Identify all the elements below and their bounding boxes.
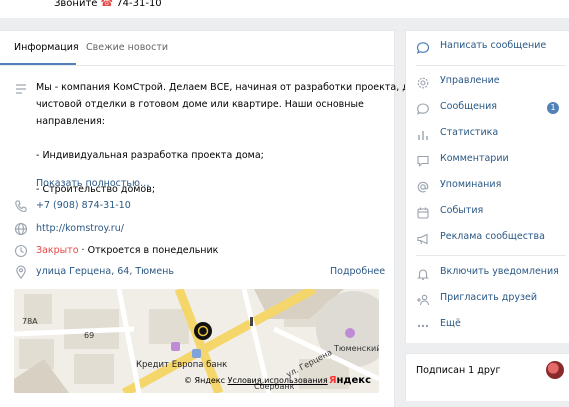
map-label-circus: Тюменский цирк: [334, 344, 379, 353]
tab-information[interactable]: Информация: [14, 42, 79, 53]
map-copyright: © Яндекс Условия использования: [184, 376, 328, 385]
website-link[interactable]: http://komstroy.ru/: [36, 223, 124, 234]
map-copyright-text: © Яндекс: [184, 376, 226, 385]
bell-icon: [417, 269, 429, 280]
megaphone-icon: [417, 233, 428, 245]
menu-item-notifications[interactable]: Включить уведомления: [406, 262, 569, 286]
add-person-icon: [417, 294, 430, 306]
description-line: чистовой отделки в готовом доме или квар…: [36, 99, 364, 110]
map-label-building: 78А: [22, 317, 38, 326]
community-actions-card: Написать сообщение Управление Сообщения …: [405, 30, 569, 343]
menu-item-label: Включить уведомления: [440, 266, 559, 277]
description-line: Мы - компания КомСтрой. Делаем ВСЕ, начи…: [36, 82, 415, 93]
comment-icon: [417, 155, 429, 168]
yandex-logo-rest: ндекс: [336, 375, 371, 386]
address-details-link[interactable]: Подробнее: [330, 266, 385, 277]
menu-item-comments[interactable]: Комментарии: [406, 149, 569, 173]
menu-item-events[interactable]: События: [406, 201, 569, 225]
friend-avatar[interactable]: [546, 361, 564, 379]
subscribed-friends-label: Подписан 1 друг: [416, 365, 501, 376]
info-card: Информация Свежие новости Мы - компания …: [0, 30, 415, 407]
bar-chart-icon: [418, 131, 428, 140]
telephone-icon: ☎: [100, 0, 114, 9]
divider: [416, 65, 566, 66]
show-more-link[interactable]: Показать полностью…: [36, 178, 150, 189]
location-pin-icon: [16, 265, 26, 279]
menu-item-label: Пригласить друзей: [440, 292, 538, 303]
gear-icon: [417, 77, 429, 89]
map-label-bank: Кредит Европа банк: [136, 360, 228, 370]
globe-icon: [14, 222, 28, 236]
menu-item-label: События: [440, 205, 484, 216]
at-icon: [417, 181, 429, 193]
divider: [416, 255, 566, 256]
menu-item-statistics[interactable]: Статистика: [406, 123, 569, 147]
chat-bubble-icon: [417, 103, 429, 115]
description-line: [36, 130, 376, 147]
menu-item-label: Сообщения: [440, 101, 498, 112]
menu-item-label: Статистика: [440, 127, 499, 138]
menu-item-ads[interactable]: Реклама сообщества: [406, 227, 569, 251]
calendar-icon: [417, 207, 429, 219]
top-strip: Звоните ☎ 74-31-10: [0, 0, 569, 18]
description-line: направления:: [36, 116, 105, 127]
menu-item-label: Ещё: [440, 318, 461, 329]
tab-bar: Информация Свежие новости: [0, 31, 394, 66]
opens-text: · Откроется в понедельник: [78, 245, 219, 256]
yandex-logo-first: Я: [328, 375, 337, 386]
menu-item-mentions[interactable]: Упоминания: [406, 175, 569, 199]
menu-item-label: Написать сообщение: [440, 40, 547, 51]
more-dots-icon: [417, 324, 429, 328]
menu-item-label: Комментарии: [440, 153, 509, 164]
phone-icon: [15, 200, 27, 213]
yandex-logo: Яндекс: [329, 375, 371, 386]
unread-badge: 1: [547, 102, 559, 114]
description-line: - Индивидуальная разработка проекта дома…: [36, 150, 264, 161]
phone-link[interactable]: +7 (908) 874-31-10: [36, 200, 131, 211]
active-tab-indicator: [0, 63, 76, 65]
menu-item-more[interactable]: Ещё: [406, 314, 569, 338]
header-phone-prefix: Звоните: [54, 0, 101, 9]
menu-item-label: Упоминания: [440, 179, 502, 190]
address-link[interactable]: улица Герцена, 64, Тюмень: [36, 266, 174, 277]
menu-item-write-message[interactable]: Написать сообщение: [406, 36, 569, 60]
map-terms-link[interactable]: Условия использования: [228, 376, 328, 385]
message-icon: [416, 42, 430, 54]
menu-item-messages[interactable]: Сообщения 1: [406, 97, 569, 121]
menu-item-invite-friends[interactable]: Пригласить друзей: [406, 288, 569, 312]
header-phone-number: 74-31-10: [113, 0, 162, 9]
text-lines-icon: [16, 84, 26, 94]
map-label-building: 69: [84, 331, 95, 340]
closed-status: Закрыто: [36, 245, 79, 256]
map[interactable]: 78А 69 Кредит Европа банк Тюменский цирк…: [14, 289, 379, 393]
menu-item-manage[interactable]: Управление: [406, 71, 569, 95]
header-phone: Звоните ☎ 74-31-10: [54, 0, 162, 9]
clock-icon: [14, 244, 28, 258]
opening-hours: Закрыто · Откроется в понедельник: [36, 245, 218, 256]
menu-item-label: Реклама сообщества: [440, 231, 545, 242]
menu-item-label: Управление: [440, 75, 500, 86]
subscribed-friends-card[interactable]: Подписан 1 друг: [405, 353, 569, 401]
tab-latest-news[interactable]: Свежие новости: [86, 42, 168, 53]
